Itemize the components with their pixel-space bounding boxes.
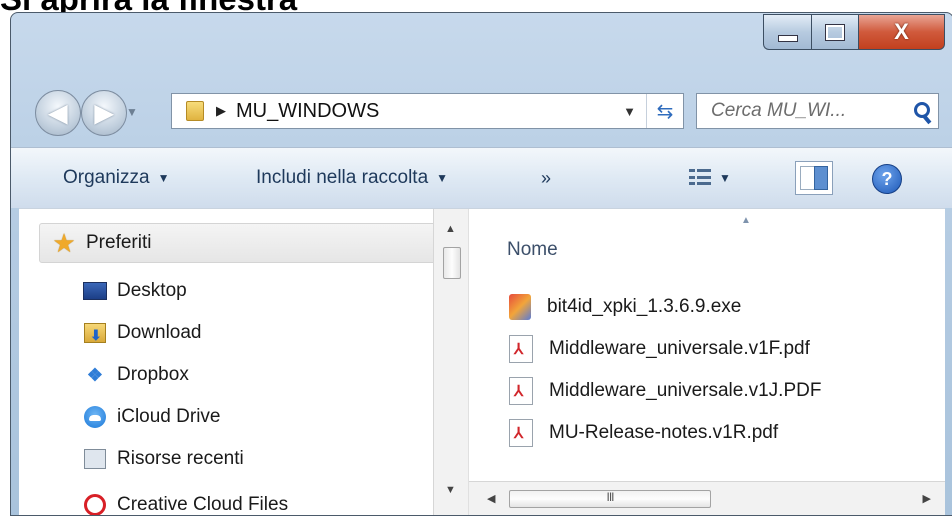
- recent-places-icon: [83, 448, 107, 470]
- nav-item-desktop[interactable]: Desktop: [83, 271, 433, 311]
- scroll-up-icon[interactable]: ▲: [445, 223, 456, 235]
- file-list-horizontal-scrollbar[interactable]: ◀ III ▶: [469, 481, 945, 515]
- pdf-icon: [509, 377, 533, 405]
- include-in-library-button[interactable]: Includi nella raccolta ▼: [256, 148, 448, 208]
- address-bar[interactable]: ▶ MU_WINDOWS ▼ ⇆: [171, 93, 684, 129]
- scroll-down-icon[interactable]: ▼: [445, 484, 456, 496]
- chevron-down-icon: ▼: [157, 171, 170, 185]
- column-header-name[interactable]: Nome: [507, 239, 558, 261]
- scroll-left-icon[interactable]: ◀: [487, 492, 495, 505]
- recent-pages-dropdown[interactable]: ▼: [126, 105, 138, 119]
- search-box[interactable]: Cerca MU_WI...: [696, 93, 939, 129]
- command-bar: Organizza ▼ Includi nella raccolta ▼ » ▼…: [11, 147, 952, 208]
- help-icon: ?: [881, 168, 893, 189]
- file-item[interactable]: bit4id_xpki_1.3.6.9.exe: [509, 287, 741, 327]
- breadcrumb-current[interactable]: MU_WINDOWS: [236, 100, 379, 123]
- caption-buttons: X: [763, 14, 945, 50]
- preview-pane-icon: [814, 166, 828, 190]
- search-icon[interactable]: [908, 96, 938, 126]
- organize-button[interactable]: Organizza ▼: [63, 148, 170, 208]
- back-button[interactable]: ◀: [35, 90, 81, 136]
- explorer-window: X ◀ ▶ ▼ ▶ MU_WINDOWS ▼ ⇆ Cerca MU_WI... …: [10, 12, 952, 516]
- nav-item-creative-cloud-files[interactable]: Creative Cloud Files: [83, 485, 433, 515]
- sort-ascending-icon: ▲: [741, 215, 751, 226]
- scrollbar-thumb[interactable]: III: [509, 490, 711, 508]
- address-dropdown-icon[interactable]: ▼: [623, 104, 636, 119]
- help-button[interactable]: ?: [872, 164, 902, 194]
- nav-item-recent-places[interactable]: Risorse recenti: [83, 439, 433, 479]
- chevron-double-right-icon: »: [541, 167, 552, 188]
- minimize-icon: [777, 34, 798, 42]
- chevron-down-icon: ▼: [436, 171, 449, 185]
- chevron-down-icon: ▼: [719, 171, 731, 185]
- pdf-icon: [509, 335, 533, 363]
- view-details-icon: [689, 169, 711, 187]
- file-item[interactable]: MU-Release-notes.v1R.pdf: [509, 413, 778, 453]
- star-icon: ★: [52, 227, 76, 258]
- navigation-pane-scrollbar[interactable]: ▲ ▼: [433, 209, 469, 515]
- file-item[interactable]: Middleware_universale.v1F.pdf: [509, 329, 810, 369]
- minimize-button[interactable]: [763, 14, 811, 50]
- folder-icon: [186, 101, 204, 121]
- search-input[interactable]: Cerca MU_WI...: [711, 100, 908, 122]
- file-list-pane: ▲ Nome bit4id_xpki_1.3.6.9.exe Middlewar…: [469, 209, 945, 515]
- file-item[interactable]: Middleware_universale.v1J.PDF: [509, 371, 821, 411]
- change-view-button[interactable]: ▼: [689, 148, 731, 208]
- maximize-button[interactable]: [811, 14, 859, 50]
- desktop-icon: [83, 280, 107, 302]
- scrollbar-thumb[interactable]: [443, 247, 461, 279]
- close-icon: X: [894, 19, 909, 44]
- download-folder-icon: [83, 322, 107, 344]
- nav-item-icloud-drive[interactable]: iCloud Drive: [83, 397, 433, 437]
- breadcrumb-separator-icon[interactable]: ▶: [216, 103, 226, 119]
- content-area: ★ Preferiti Desktop Download ❖ Dropbox i…: [19, 208, 945, 515]
- preview-pane-button[interactable]: [795, 161, 833, 195]
- nav-item-download[interactable]: Download: [83, 313, 433, 353]
- navigation-pane: ★ Preferiti Desktop Download ❖ Dropbox i…: [19, 209, 433, 515]
- arrow-right-icon: ▶: [94, 99, 114, 127]
- close-button[interactable]: X: [859, 14, 945, 50]
- scroll-right-icon[interactable]: ▶: [923, 492, 931, 505]
- arrow-left-icon: ◀: [48, 99, 68, 127]
- icloud-icon: [83, 406, 107, 428]
- pdf-icon: [509, 419, 533, 447]
- organize-label: Organizza: [63, 167, 150, 188]
- creative-cloud-icon: [83, 494, 107, 515]
- forward-button[interactable]: ▶: [81, 90, 127, 136]
- include-label: Includi nella raccolta: [256, 167, 429, 188]
- maximize-icon: [825, 23, 845, 41]
- dropbox-icon: ❖: [86, 364, 104, 385]
- nav-item-favorites[interactable]: ★ Preferiti: [39, 223, 433, 263]
- refresh-button[interactable]: ⇆: [646, 94, 683, 128]
- refresh-icon: ⇆: [656, 100, 674, 123]
- more-commands-button[interactable]: »: [541, 148, 551, 208]
- nav-item-dropbox[interactable]: ❖ Dropbox: [83, 355, 433, 395]
- exe-icon: [509, 294, 531, 320]
